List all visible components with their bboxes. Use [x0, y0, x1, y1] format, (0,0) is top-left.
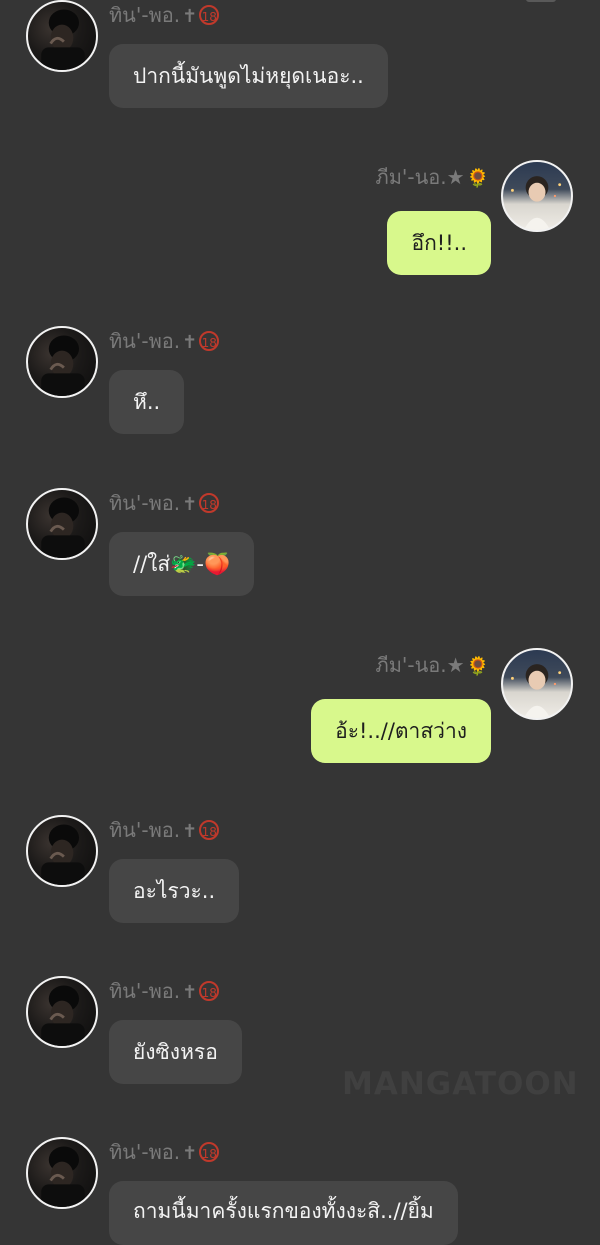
avatar-tin[interactable] — [26, 0, 98, 72]
no-entry-18-icon: 18 — [199, 4, 220, 25]
no-entry-18-icon: 18 — [199, 819, 220, 840]
sender-name: ทิน'-พอ. ✝ 18 — [109, 1139, 220, 1167]
avatar-tin[interactable] — [26, 815, 98, 887]
sender-name-text: ทิน'-พอ. — [109, 491, 181, 515]
sender-name: ภีม'-นอ.★ 🌻 — [376, 164, 489, 192]
sender-name: ภีม'-นอ.★ 🌻 — [376, 652, 489, 680]
avatar-tin[interactable] — [26, 976, 98, 1048]
sender-name-text: ภีม'-นอ.★ — [375, 165, 465, 189]
message-bubble[interactable]: ปากนี้มันพูดไม่หยุดเนอะ.. — [109, 44, 388, 108]
sender-name-text: ภีม'-นอ.★ — [375, 653, 465, 677]
chat-thread: ทิน'-พอ. ✝ 18 ปากนี้มันพูดไม่หยุดเนอะ.. ภี… — [0, 0, 600, 1245]
sender-name: ทิน'-พอ. ✝ 18 — [109, 978, 220, 1006]
cross-icon: ✝ — [182, 1142, 198, 1164]
sunflower-icon: 🌻 — [466, 655, 489, 677]
sender-name-text: ทิน'-พอ. — [109, 329, 181, 353]
avatar-tin[interactable] — [26, 488, 98, 560]
mangatoon-watermark: MANGATOON — [342, 1066, 579, 1102]
sender-name-text: ทิน'-พอ. — [109, 818, 181, 842]
cross-icon: ✝ — [182, 5, 198, 27]
no-entry-18-icon: 18 — [199, 330, 220, 351]
sender-name: ทิน'-พอ. ✝ 18 — [109, 2, 220, 30]
cross-icon: ✝ — [182, 981, 198, 1003]
cross-icon: ✝ — [182, 493, 198, 515]
message-bubble[interactable]: ยังซิงหรอ — [109, 1020, 242, 1084]
sender-name-text: ทิน'-พอ. — [109, 3, 181, 27]
message-bubble[interactable]: ถามนี้มาครั้งแรกของทั้งงะสิ..//ยิ้ม — [109, 1181, 458, 1245]
avatar-phim[interactable] — [501, 648, 573, 720]
no-entry-18-icon: 18 — [199, 1141, 220, 1162]
no-entry-18-icon: 18 — [199, 492, 220, 513]
cross-icon: ✝ — [182, 820, 198, 842]
avatar-tin[interactable] — [26, 1137, 98, 1209]
cross-icon: ✝ — [182, 331, 198, 353]
avatar-phim[interactable] — [501, 160, 573, 232]
message-bubble[interactable]: หึ.. — [109, 370, 185, 434]
message-bubble[interactable]: อ้ะ!..//ตาสว่าง — [311, 699, 491, 763]
message-bubble[interactable]: //ใส่🐲-🍑 — [109, 532, 255, 596]
sunflower-icon: 🌻 — [466, 167, 489, 189]
sender-name-text: ทิน'-พอ. — [109, 1140, 181, 1164]
sender-name: ทิน'-พอ. ✝ 18 — [109, 817, 220, 845]
sender-name: ทิน'-พอ. ✝ 18 — [109, 328, 220, 356]
avatar-tin[interactable] — [26, 326, 98, 398]
message-bubble[interactable]: อะไรวะ.. — [109, 859, 240, 923]
top-edge-icon — [526, 0, 556, 2]
sender-name: ทิน'-พอ. ✝ 18 — [109, 490, 220, 518]
no-entry-18-icon: 18 — [199, 980, 220, 1001]
sender-name-text: ทิน'-พอ. — [109, 979, 181, 1003]
message-bubble[interactable]: อึก!!.. — [387, 211, 491, 275]
